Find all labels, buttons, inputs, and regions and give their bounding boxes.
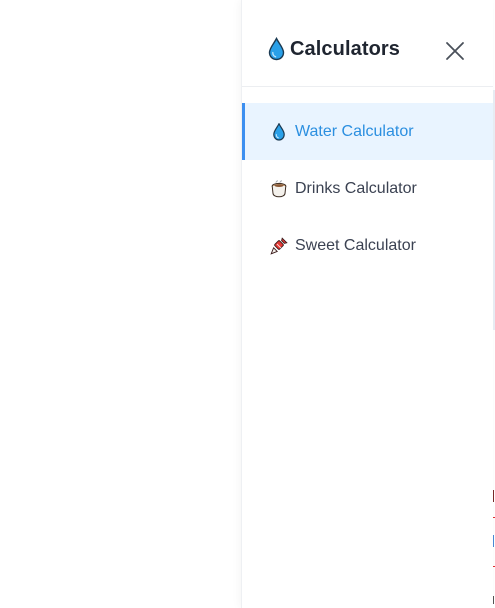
close-button[interactable] <box>444 40 466 62</box>
menu-item-label: Drinks Calculator <box>295 179 417 197</box>
drawer-backdrop[interactable] <box>0 0 241 608</box>
hot-drink-icon <box>270 179 288 198</box>
water-drop-icon <box>270 121 288 141</box>
drawer-header: Calculators <box>242 0 493 87</box>
calculator-menu: Water Calculator Drinks Calculator Sweet… <box>242 103 493 274</box>
calculators-drawer: Calculators Water Calculator Drinks Calc… <box>241 0 493 608</box>
candy-icon <box>270 236 288 255</box>
menu-item-water-calculator[interactable]: Water Calculator <box>242 103 493 160</box>
menu-item-label: Water Calculator <box>295 122 414 140</box>
menu-item-sweet-calculator[interactable]: Sweet Calculator <box>242 217 493 274</box>
drawer-title-group: Calculators <box>268 36 401 61</box>
close-icon <box>446 42 464 60</box>
menu-item-label: Sweet Calculator <box>295 236 416 254</box>
drawer-title: Calculators <box>290 37 401 60</box>
water-drop-icon <box>268 36 285 61</box>
menu-item-drinks-calculator[interactable]: Drinks Calculator <box>242 160 493 217</box>
page: Calculators Water Calculator Drinks Calc… <box>0 0 495 608</box>
